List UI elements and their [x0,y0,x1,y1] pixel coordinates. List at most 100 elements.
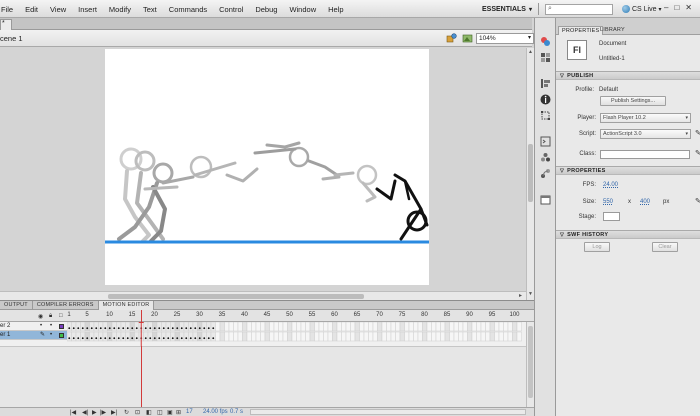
frame-cell[interactable] [314,331,320,342]
frame-cell[interactable] [417,322,423,332]
frame-cell[interactable] [341,322,347,332]
publish-settings-button[interactable]: Publish Settings... [600,96,666,106]
frame-cell[interactable] [350,331,356,342]
edit-symbols-icon[interactable] [446,33,457,43]
transform-icon[interactable] [540,110,551,121]
frame-cell[interactable] [494,331,500,342]
frame-cell[interactable] [143,322,149,332]
frame-cell[interactable] [377,322,383,332]
frame-cell[interactable] [287,322,293,332]
tab-output[interactable]: OUTPUT [0,300,33,310]
frame-cell[interactable] [305,331,311,342]
menu-text[interactable]: Text [137,5,163,14]
color-palette-icon[interactable] [540,36,551,47]
swf-history-section-header[interactable]: ▽ SWF HISTORY [556,230,700,239]
frame-cell[interactable] [453,331,459,342]
stage-vertical-scrollbar[interactable]: ▲ ▼ [526,48,534,300]
frame-cell[interactable] [174,331,180,342]
frame-cell[interactable] [278,331,284,342]
frame-cell[interactable] [444,331,450,342]
swatches-icon[interactable] [540,52,551,63]
frame-cell[interactable] [359,322,365,332]
frame-cell[interactable] [395,331,401,342]
frame-cell[interactable] [210,331,216,342]
maximize-icon[interactable]: □ [674,3,679,12]
frame-cell[interactable] [161,322,167,332]
wrench-icon[interactable]: ✎ [695,129,700,137]
frame-cell[interactable] [165,331,171,342]
frame-cell[interactable] [314,322,320,332]
frame-cell[interactable] [197,322,203,332]
frame-cell[interactable] [188,322,194,332]
frame-cell[interactable] [278,322,284,332]
frame-cell[interactable] [93,322,99,332]
frame-cell[interactable] [174,322,180,332]
frame-cell[interactable] [408,331,414,342]
frame-cell[interactable] [345,331,351,342]
loop-icon[interactable]: ↻ [124,409,129,416]
frame-cell[interactable] [98,322,104,332]
frame-cell[interactable] [219,331,225,342]
frame-cell[interactable] [512,322,518,332]
frame-cell[interactable] [125,331,131,342]
frame-cell[interactable] [426,331,432,342]
frame-cell[interactable] [260,322,266,332]
frame-cell[interactable] [408,322,414,332]
frame-cell[interactable] [305,322,311,332]
menu-edit[interactable]: Edit [19,5,44,14]
edit-multiple-frames-icon[interactable]: ▣ [167,409,173,416]
frame-cell[interactable] [381,331,387,342]
components-icon[interactable] [540,152,551,163]
frame-cell[interactable] [341,331,347,342]
frame-cell[interactable] [120,322,126,332]
frame-cell[interactable] [89,322,95,332]
frame-cell[interactable] [512,331,518,342]
frame-cell[interactable] [152,322,158,332]
frame-cell[interactable] [431,331,437,342]
info-icon[interactable] [540,94,551,105]
frame-cell[interactable] [431,322,437,332]
frame-cell[interactable] [147,331,153,342]
modify-markers-icon[interactable]: ⊞ [176,409,181,416]
frame-cell[interactable] [188,331,194,342]
tab-library[interactable]: LIBRARY [597,26,628,35]
project-icon[interactable] [540,194,551,205]
frame-cell[interactable] [201,322,207,332]
play-icon[interactable]: ▶ [92,409,97,416]
frame-cell[interactable] [102,331,108,342]
frame-cell[interactable] [269,322,275,332]
frame-cell[interactable] [228,331,234,342]
frame-cell[interactable] [102,322,108,332]
frame-cell[interactable] [404,322,410,332]
show-hide-eye-icon[interactable]: ◉ [38,313,43,320]
frame-cell[interactable] [323,331,329,342]
frame-cell[interactable] [107,331,113,342]
stage-width-value[interactable]: 550 [603,199,613,205]
frame-cell[interactable] [476,331,482,342]
timeline-horizontal-scrollbar[interactable] [250,409,526,415]
frame-cell[interactable] [201,331,207,342]
frame-cell[interactable] [116,331,122,342]
frame-cell[interactable] [327,322,333,332]
frame-cell[interactable] [480,331,486,342]
frame-cell[interactable] [84,331,90,342]
frame-cell[interactable] [498,331,504,342]
frame-cell[interactable] [449,322,455,332]
frame-cell[interactable] [368,331,374,342]
frame-cell[interactable] [399,331,405,342]
frame-cell[interactable] [161,331,167,342]
menu-debug[interactable]: Debug [249,5,283,14]
search-input[interactable]: ⌕ [545,4,613,15]
lock-dot-icon[interactable]: • [50,331,52,340]
stage-height-value[interactable]: 400 [640,199,650,205]
frame-cell[interactable] [251,322,257,332]
frame-ruler[interactable]: 1 5 10 15 20 25 30 35 40 45 50 55 60 65 70 75 80 85 90 95 10… [67,310,525,322]
stage-canvas[interactable] [105,49,429,285]
frame-cell[interactable] [156,331,162,342]
cs-live-button[interactable]: CS Live ▾ [622,3,662,15]
frame-cell[interactable] [129,322,135,332]
frame-cell[interactable] [273,322,279,332]
frame-cell[interactable] [237,331,243,342]
frame-cell[interactable] [170,322,176,332]
frame-cell[interactable] [480,322,486,332]
